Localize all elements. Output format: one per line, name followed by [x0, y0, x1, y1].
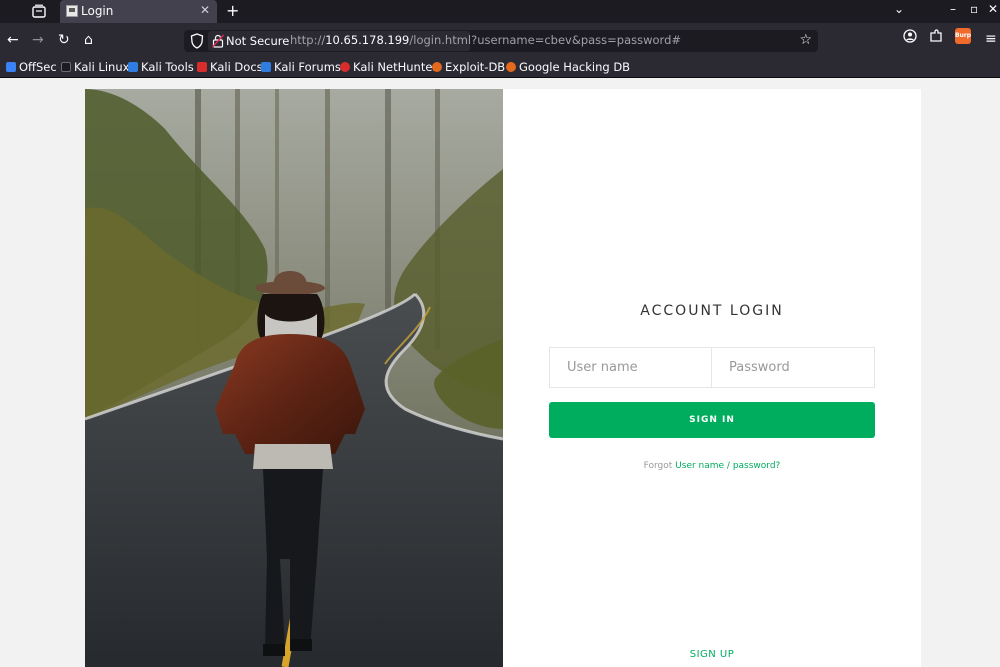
sign-in-button[interactable]: SIGN IN [549, 402, 875, 438]
minimize-icon[interactable]: – [950, 2, 956, 16]
insecure-lock-icon [212, 34, 224, 48]
bookmarks-toolbar: OffSec Kali Linux Kali Tools Kali Docs K… [0, 58, 1000, 78]
bookmark-offsec[interactable]: OffSec [6, 59, 57, 75]
forgot-credentials: Forgot User name / password? [503, 461, 921, 471]
bookmark-exploit-db[interactable]: Exploit-DB [432, 59, 505, 75]
password-input[interactable] [712, 348, 874, 387]
bookmark-label: OffSec [19, 60, 57, 74]
navigation-bar: ← → ↻ ⌂ Not Secure http://10.65.178.199/… [0, 23, 1000, 58]
bookmark-label: Kali Forums [274, 60, 341, 74]
bookmark-label: Google Hacking DB [519, 60, 631, 74]
url-path: /login.html?username=cbev&pass=password# [409, 33, 682, 47]
home-icon[interactable]: ⌂ [84, 31, 93, 49]
bookmark-kali-linux[interactable]: Kali Linux [61, 59, 129, 75]
kali-tools-icon [128, 62, 138, 72]
back-icon[interactable]: ← [7, 31, 19, 49]
bookmark-star-icon[interactable]: ☆ [799, 32, 812, 48]
account-icon[interactable] [903, 29, 917, 43]
bookmark-kali-tools[interactable]: Kali Tools [128, 59, 194, 75]
tab-title: Login [81, 4, 114, 18]
url-text[interactable]: http://10.65.178.199/login.html?username… [290, 33, 681, 48]
window-close-icon[interactable]: ✕ [988, 2, 998, 16]
login-title: ACCOUNT LOGIN [640, 303, 784, 319]
bookmark-google-hacking-db[interactable]: Google Hacking DB [506, 59, 630, 75]
bookmark-kali-nethunter[interactable]: Kali NetHunter [340, 59, 437, 75]
bookmark-kali-docs[interactable]: Kali Docs [197, 59, 263, 75]
tab-list-icon[interactable]: ⌄ [894, 2, 904, 16]
forgot-prefix: Forgot [643, 461, 673, 471]
kali-docs-icon [197, 62, 207, 72]
offsec-icon [6, 62, 16, 72]
tracking-protection-shield-icon[interactable] [190, 33, 204, 49]
bookmark-kali-forums[interactable]: Kali Forums [261, 59, 341, 75]
bookmark-label: Kali NetHunter [353, 60, 438, 74]
forgot-credentials-link[interactable]: User name / password? [675, 461, 780, 471]
url-host: 10.65.178.199 [325, 33, 410, 47]
forward-icon[interactable]: → [32, 31, 44, 49]
extensions-icon[interactable] [929, 29, 943, 43]
username-input[interactable] [550, 348, 712, 387]
tab-close-icon[interactable]: ✕ [200, 3, 210, 17]
tab-overview-icon[interactable] [30, 4, 48, 19]
login-card: ACCOUNT LOGIN SIGN IN Forgot User name /… [85, 89, 921, 667]
credentials-row [549, 347, 875, 388]
bookmark-label: Kali Linux [74, 60, 130, 74]
tab-login[interactable]: Login ✕ [60, 0, 217, 23]
app-menu-icon[interactable]: ≡ [985, 30, 997, 48]
url-bar[interactable]: Not Secure http://10.65.178.199/login.ht… [184, 30, 818, 52]
new-tab-icon[interactable]: + [226, 1, 239, 20]
burp-extension-icon[interactable]: Burp [955, 28, 971, 44]
url-prefix: http:// [290, 33, 326, 47]
not-secure-label: Not Secure [226, 34, 290, 48]
maximize-icon[interactable]: ▫ [970, 2, 978, 16]
bookmark-label: Kali Tools [141, 60, 194, 74]
tab-strip: Login ✕ + ⌄ – ▫ ✕ [0, 0, 1000, 23]
sign-up-link[interactable]: SIGN UP [503, 649, 921, 660]
forest-road-photo [85, 89, 503, 667]
kali-dragon-icon [61, 62, 71, 72]
bookmark-label: Exploit-DB [445, 60, 506, 74]
browser-chrome: Login ✕ + ⌄ – ▫ ✕ ← → ↻ ⌂ Not Secure htt… [0, 0, 1000, 78]
page-viewport: ACCOUNT LOGIN SIGN IN Forgot User name /… [0, 78, 1000, 667]
kali-forums-icon [261, 62, 271, 72]
google-hacking-db-icon [506, 62, 516, 72]
reload-icon[interactable]: ↻ [58, 31, 70, 49]
exploit-db-icon [432, 62, 442, 72]
bookmark-label: Kali Docs [210, 60, 263, 74]
hero-photo [85, 89, 503, 667]
page-favicon-icon [66, 5, 78, 17]
kali-nethunter-icon [340, 62, 350, 72]
